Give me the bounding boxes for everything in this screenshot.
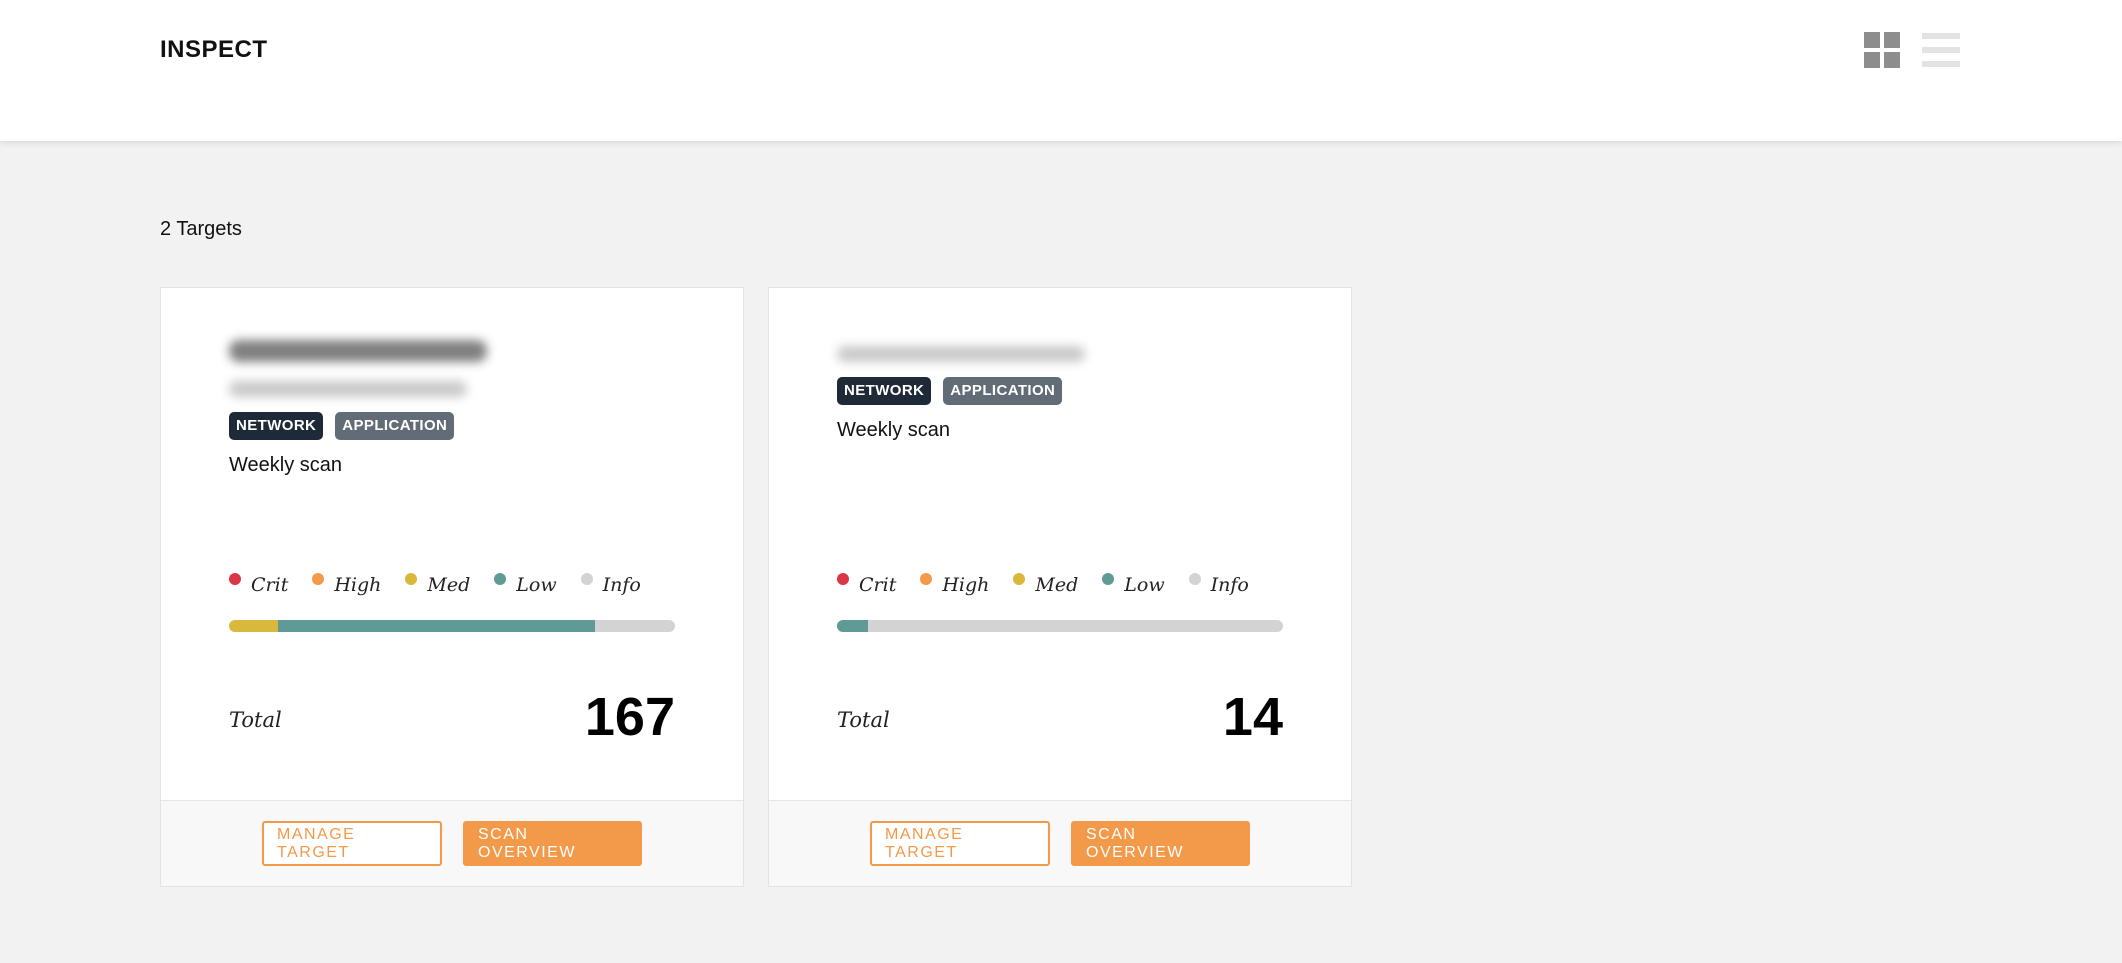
target-name-redacted: [229, 340, 487, 362]
tag-network: NETWORK: [229, 412, 324, 440]
scan-schedule: Weekly scan: [837, 419, 951, 441]
legend-med: Med: [405, 573, 470, 596]
target-url-redacted: [837, 346, 1085, 362]
target-tags: NETWORK APPLICATION: [837, 377, 1063, 405]
severity-segment-info: [594, 620, 675, 632]
legend-crit: Crit: [837, 573, 896, 596]
legend-crit: Crit: [229, 573, 288, 596]
brand-title: INSPECT: [160, 36, 268, 63]
legend-low: Low: [494, 573, 557, 596]
target-tags: NETWORK APPLICATION: [229, 412, 455, 440]
severity-segment-info: [868, 620, 1283, 632]
legend-info: Info: [580, 573, 641, 596]
scan-overview-button[interactable]: SCAN OVERVIEW: [463, 821, 642, 866]
severity-legend: Crit High Med Low Info: [229, 573, 641, 596]
severity-segment-low: [278, 620, 595, 632]
severity-segment-med: [229, 620, 279, 632]
severity-segment-low: [837, 620, 869, 632]
scan-schedule: Weekly scan: [229, 454, 343, 476]
target-url-redacted: [229, 381, 467, 397]
grid-view-icon[interactable]: [1864, 32, 1900, 68]
manage-target-button[interactable]: MANAGE TARGET: [262, 821, 442, 866]
total-value: 167: [584, 687, 675, 747]
tag-network: NETWORK: [837, 377, 932, 405]
legend-info: Info: [1188, 573, 1249, 596]
scan-overview-button[interactable]: SCAN OVERVIEW: [1071, 821, 1250, 866]
tag-application: APPLICATION: [943, 377, 1063, 405]
targets-count: 2 Targets: [160, 218, 242, 240]
top-bar: INSPECT: [0, 0, 2122, 141]
legend-low: Low: [1102, 573, 1165, 596]
severity-legend: Crit High Med Low Info: [837, 573, 1249, 596]
severity-bar: [229, 620, 675, 632]
target-card: NETWORK APPLICATION Weekly scan Crit Hig…: [160, 287, 744, 887]
legend-high: High: [312, 573, 381, 596]
legend-high: High: [920, 573, 989, 596]
target-card: NETWORK APPLICATION Weekly scan Crit Hig…: [768, 287, 1352, 887]
card-actions: MANAGE TARGET SCAN OVERVIEW: [769, 800, 1351, 886]
list-view-icon[interactable]: [1922, 33, 1960, 67]
legend-med: Med: [1013, 573, 1078, 596]
tag-application: APPLICATION: [335, 412, 455, 440]
total-label: Total: [229, 708, 282, 732]
total-value: 14: [1222, 687, 1283, 747]
manage-target-button[interactable]: MANAGE TARGET: [870, 821, 1050, 866]
card-actions: MANAGE TARGET SCAN OVERVIEW: [161, 800, 743, 886]
total-label: Total: [837, 708, 890, 732]
severity-bar: [837, 620, 1283, 632]
